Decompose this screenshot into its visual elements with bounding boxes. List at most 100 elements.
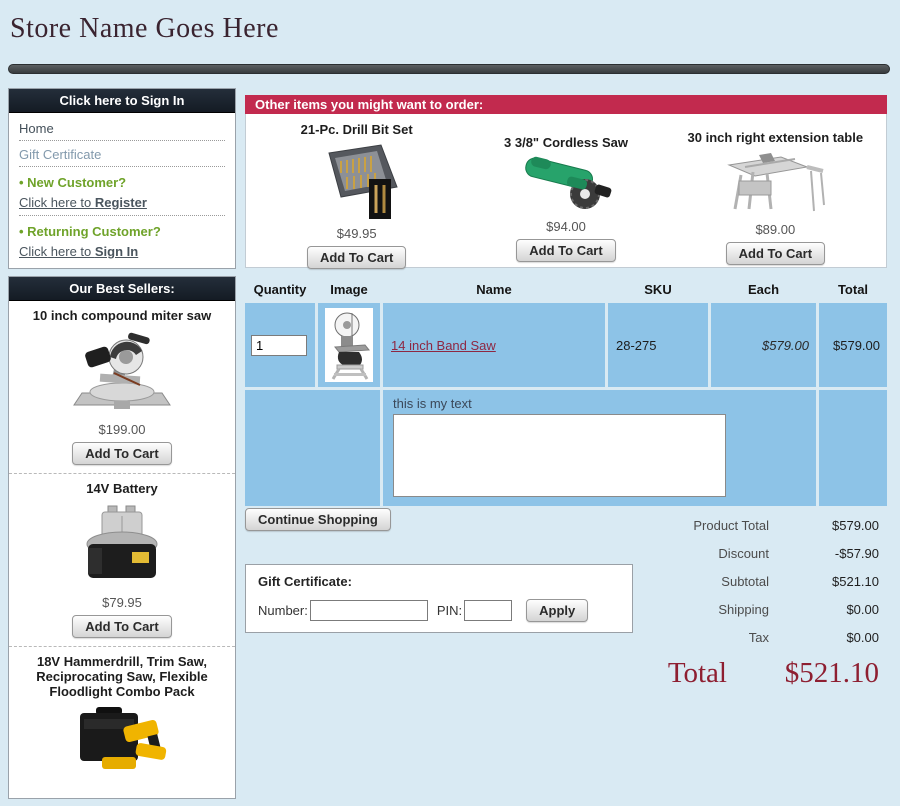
column-quantity: Quantity [253, 282, 307, 297]
column-total: Total [837, 282, 869, 297]
totals-value: $0.00 [846, 601, 879, 617]
totals-row: Tax $0.00 [637, 623, 887, 651]
upsell-header: Other items you might want to order: [245, 95, 887, 114]
sku-cell: 28-275 [608, 303, 708, 387]
product-name: 30 inch right extension table [687, 130, 864, 145]
totals-row: Subtotal $521.10 [637, 567, 887, 595]
name-cell: 14 inch Band Saw [383, 303, 605, 387]
totals-row: Discount -$57.90 [637, 539, 887, 567]
navigation-bar [8, 64, 890, 74]
combo-kit-image [15, 705, 229, 788]
add-to-cart-button[interactable]: Add To Cart [306, 246, 407, 269]
column-sku: SKU [644, 282, 672, 297]
add-to-cart-button[interactable]: Add To Cart [72, 615, 172, 638]
returning-customer-block: • Returning Customer? Click here to Sign… [19, 216, 225, 264]
register-link[interactable]: Click here to Register [19, 192, 225, 211]
add-to-cart-button[interactable]: Add To Cart [516, 239, 616, 262]
continue-shopping-button[interactable]: Continue Shopping [245, 508, 391, 531]
new-customer-block: • New Customer? Click here to Register [19, 167, 225, 216]
gift-pin-label: PIN: [436, 603, 463, 618]
drill-bit-set-image [253, 139, 460, 224]
page-title: Store Name Goes Here [10, 13, 279, 44]
cart-note-row: this is my text [245, 390, 887, 506]
signin-link-bold: Sign In [94, 244, 139, 259]
register-link-prefix: Click here to [19, 195, 95, 210]
gift-pin-input[interactable] [464, 600, 513, 621]
new-customer-prompt: • New Customer? [19, 175, 127, 190]
grand-total-row: Total $521.10 [637, 657, 887, 690]
totals-value: $521.10 [832, 573, 879, 589]
signin-box-header[interactable]: Click here to Sign In [9, 89, 235, 113]
cart-item-sku: 28-275 [616, 337, 657, 353]
best-seller-item: 14V Battery $79.95 Add To Cart [9, 474, 235, 647]
upsell-box: 21-Pc. Drill Bit Set $49.95 Add To Cart … [245, 114, 887, 269]
best-seller-item: 10 inch compound miter saw $199.00 Add T… [9, 301, 235, 474]
product-price: $94.00 [546, 219, 586, 234]
product-name: 14V Battery [86, 481, 158, 496]
totals-label: Product Total [693, 517, 769, 533]
cart-table-header: Quantity Image Name SKU Each Total [245, 278, 887, 303]
totals-row: Shipping $0.00 [637, 595, 887, 623]
totals-value: $0.00 [846, 629, 879, 645]
upsell-item: 21-Pc. Drill Bit Set $49.95 Add To Cart [253, 118, 460, 269]
gift-certificate-box: Gift Certificate: Number: PIN: Apply [245, 564, 633, 633]
total-cell: $579.00 [819, 303, 887, 387]
cart-table: Quantity Image Name SKU Each Total 1 14 … [245, 278, 887, 506]
totals-label: Shipping [718, 601, 769, 617]
product-price: $89.00 [755, 222, 796, 237]
gift-number-input[interactable] [309, 600, 428, 621]
totals-label: Subtotal [721, 573, 769, 589]
cart-item-row: 14 inch Band Saw 28-275 $579.00 $579.00 [245, 303, 887, 387]
signin-link[interactable]: Click here to Sign In [19, 241, 225, 260]
grand-total-label: Total [667, 657, 727, 689]
sidebar-item-gift-certificate[interactable]: Gift Certificate [19, 141, 225, 167]
cart-item-link[interactable]: 14 inch Band Saw [391, 338, 496, 353]
best-sellers-header: Our Best Sellers: [9, 277, 235, 301]
add-to-cart-button[interactable]: Add To Cart [725, 242, 826, 265]
gift-number-label: Number: [258, 603, 308, 618]
note-row-left-cell [245, 390, 380, 506]
apply-button[interactable]: Apply [526, 599, 589, 622]
cordless-saw-image [462, 152, 669, 217]
best-sellers-box: Our Best Sellers: 10 inch compound miter… [8, 276, 236, 799]
product-name: 10 inch compound miter saw [32, 308, 212, 323]
totals-value: -$57.90 [834, 545, 879, 561]
miter-saw-image [15, 329, 229, 418]
bottom-section: Continue Shopping Gift Certificate: Numb… [245, 508, 887, 690]
sidebar: Click here to Sign In Home Gift Certific… [8, 88, 236, 806]
signin-box: Click here to Sign In Home Gift Certific… [8, 88, 236, 269]
sidebar-item-home[interactable]: Home [19, 115, 225, 141]
totals-label: Discount [718, 545, 769, 561]
add-to-cart-button[interactable]: Add To Cart [72, 442, 172, 465]
returning-customer-prompt: • Returning Customer? [19, 224, 161, 239]
cart-item-total: $579.00 [833, 337, 880, 353]
product-name: 21-Pc. Drill Bit Set [300, 122, 413, 137]
product-price: $49.95 [336, 226, 377, 241]
upsell-item: 30 inch right extension table $89.00 Add… [672, 118, 879, 265]
column-image: Image [330, 282, 368, 297]
upsell-item: 3 3/8" Cordless Saw $94.00 Add To Cart [462, 118, 669, 263]
column-each: Each [747, 282, 780, 297]
note-row-right-cell [819, 390, 887, 506]
product-price: $79.95 [102, 595, 142, 610]
totals-panel: Product Total $579.00 Discount -$57.90 S… [637, 508, 887, 690]
product-price: $199.00 [98, 422, 146, 437]
note-label: this is my text [393, 396, 472, 411]
extension-table-image [672, 147, 879, 220]
quantity-cell [245, 303, 315, 387]
note-cell: this is my text [383, 390, 816, 506]
column-name: Name [476, 282, 512, 297]
cart-item-each: $579.00 [762, 337, 809, 353]
note-textarea[interactable] [393, 414, 726, 497]
totals-row: Product Total $579.00 [637, 511, 887, 539]
register-link-bold: Register [94, 195, 147, 210]
battery-image [15, 502, 229, 591]
best-seller-item: 18V Hammerdrill, Trim Saw, Reciprocating… [9, 647, 235, 798]
product-name: 3 3/8" Cordless Saw [504, 135, 628, 150]
quantity-input[interactable] [251, 334, 307, 356]
main-content: Other items you might want to order: 21-… [245, 95, 887, 690]
image-cell [318, 303, 380, 387]
each-cell: $579.00 [711, 303, 816, 387]
band-saw-image [325, 308, 373, 382]
totals-label: Tax [748, 629, 769, 645]
